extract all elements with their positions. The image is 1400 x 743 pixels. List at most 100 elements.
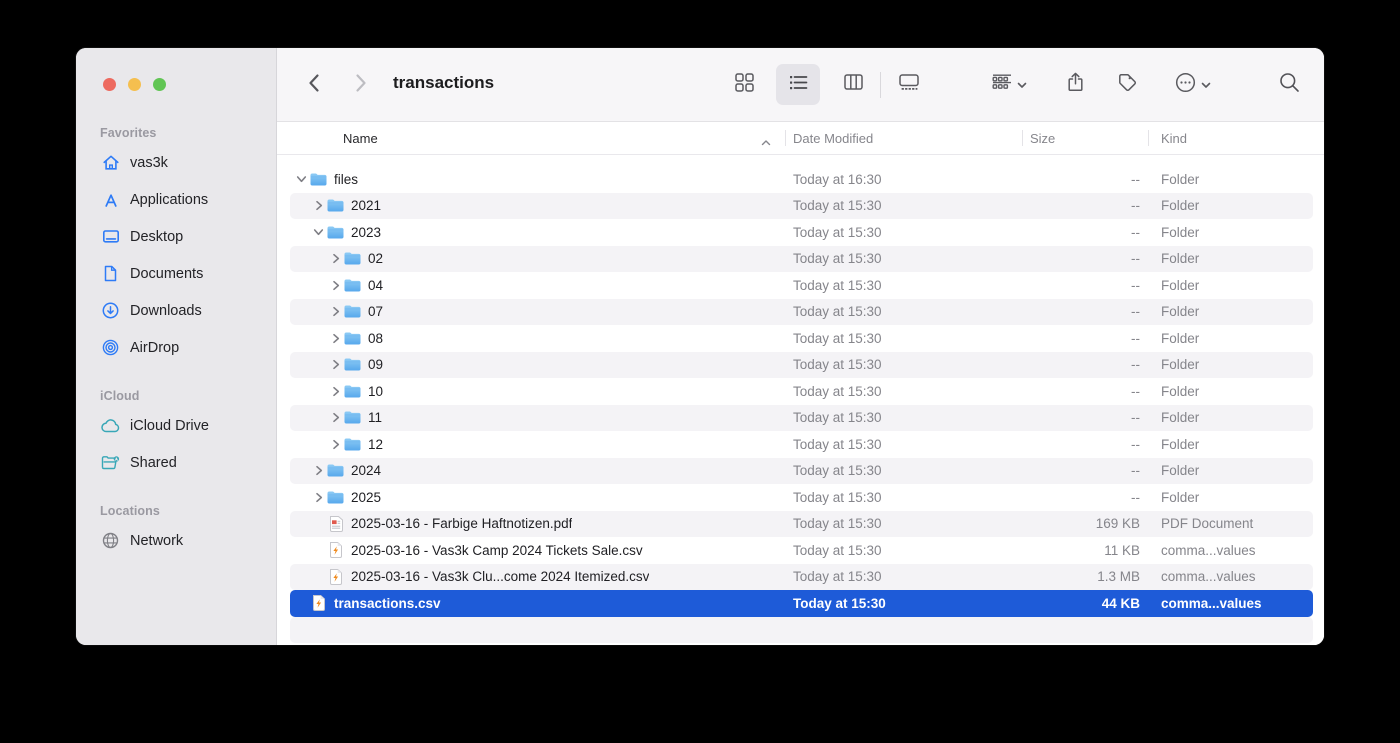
- sidebar-section-icloud: iCloudiCloud DriveShared: [100, 389, 266, 481]
- disclosure-collapsed-icon[interactable]: [311, 492, 326, 503]
- sidebar-item-documents[interactable]: Documents: [100, 255, 266, 292]
- disclosure-collapsed-icon[interactable]: [328, 412, 343, 423]
- sidebar-item-downloads[interactable]: Downloads: [100, 292, 266, 329]
- disclosure-collapsed-icon[interactable]: [311, 465, 326, 476]
- ellipsis-circle-icon: [1175, 72, 1196, 98]
- sidebar-item-vas3k[interactable]: vas3k: [100, 144, 266, 181]
- shared-folder-icon: [100, 455, 121, 470]
- file-kind: Folder: [1148, 198, 1313, 213]
- file-row-04[interactable]: 04Today at 15:30--Folder: [290, 272, 1313, 299]
- column-header-name[interactable]: Name: [290, 122, 785, 154]
- file-size: 11 KB: [1022, 543, 1148, 558]
- file-row-transactions-csv[interactable]: transactions.csvToday at 15:3044 KBcomma…: [290, 590, 1313, 617]
- disclosure-collapsed-icon[interactable]: [328, 386, 343, 397]
- sidebar-item-network[interactable]: Network: [100, 522, 266, 559]
- file-name: 2023: [351, 225, 381, 240]
- disclosure-collapsed-icon[interactable]: [311, 200, 326, 211]
- sidebar-item-airdrop[interactable]: AirDrop: [100, 329, 266, 366]
- file-name: 2025-03-16 - Farbige Haftnotizen.pdf: [351, 516, 572, 531]
- sidebar-item-desktop[interactable]: Desktop: [100, 218, 266, 255]
- column-view-button[interactable]: [831, 64, 875, 105]
- file-row-10[interactable]: 10Today at 15:30--Folder: [290, 378, 1313, 405]
- sidebar-item-applications[interactable]: Applications: [100, 181, 266, 218]
- file-name-cell: 2021: [290, 198, 785, 213]
- zoom-button[interactable]: [153, 78, 166, 91]
- list-view-icon: [789, 75, 808, 95]
- disclosure-collapsed-icon[interactable]: [328, 359, 343, 370]
- file-row-09[interactable]: 09Today at 15:30--Folder: [290, 352, 1313, 379]
- file-name: 2021: [351, 198, 381, 213]
- file-row-2023[interactable]: 2023Today at 15:30--Folder: [290, 219, 1313, 246]
- file-kind: Folder: [1148, 437, 1313, 452]
- file-size: --: [1022, 490, 1148, 505]
- file-row-2021[interactable]: 2021Today at 15:30--Folder: [290, 193, 1313, 220]
- minimize-button[interactable]: [128, 78, 141, 91]
- more-actions-button[interactable]: [1164, 64, 1222, 105]
- file-date-modified: Today at 15:30: [785, 516, 1022, 531]
- sidebar-item-label: Desktop: [130, 229, 183, 245]
- sidebar-item-icloud-drive[interactable]: iCloud Drive: [100, 407, 266, 444]
- file-kind: Folder: [1148, 304, 1313, 319]
- chevron-up-icon: [761, 134, 771, 149]
- file-row-07[interactable]: 07Today at 15:30--Folder: [290, 299, 1313, 326]
- file-size: --: [1022, 278, 1148, 293]
- icon-view-button[interactable]: [722, 64, 766, 105]
- search-button[interactable]: [1267, 64, 1311, 105]
- disclosure-collapsed-icon[interactable]: [328, 439, 343, 450]
- sidebar-item-label: Downloads: [130, 303, 202, 319]
- disclosure-collapsed-icon[interactable]: [328, 333, 343, 344]
- file-row-2024[interactable]: 2024Today at 15:30--Folder: [290, 458, 1313, 485]
- share-button[interactable]: [1053, 64, 1097, 105]
- file-size: --: [1022, 463, 1148, 478]
- disclosure-collapsed-icon[interactable]: [328, 253, 343, 264]
- file-row-2025[interactable]: 2025Today at 15:30--Folder: [290, 484, 1313, 511]
- group-button[interactable]: [980, 64, 1038, 105]
- file-name: 12: [368, 437, 383, 452]
- window-title: transactions: [393, 73, 494, 93]
- disclosure-collapsed-icon[interactable]: [328, 306, 343, 317]
- back-button[interactable]: [300, 72, 326, 98]
- main-area: transactions: [277, 48, 1324, 645]
- tags-button[interactable]: [1105, 64, 1149, 105]
- column-header-kind[interactable]: Kind: [1148, 122, 1313, 154]
- home-icon: [100, 154, 121, 171]
- sidebar-item-shared[interactable]: Shared: [100, 444, 266, 481]
- list-view-button[interactable]: [776, 64, 820, 105]
- close-button[interactable]: [103, 78, 116, 91]
- file-date-modified: Today at 15:30: [785, 569, 1022, 584]
- file-row-2025-03-16-vas3k-clu-come-2024-itemized-csv[interactable]: 2025-03-16 - Vas3k Clu...come 2024 Itemi…: [290, 564, 1313, 591]
- column-header-date-modified[interactable]: Date Modified: [785, 122, 1022, 154]
- gallery-view-button[interactable]: [887, 64, 931, 105]
- file-name: 2025-03-16 - Vas3k Camp 2024 Tickets Sal…: [351, 543, 643, 558]
- disclosure-expanded-icon[interactable]: [311, 228, 326, 236]
- disclosure-expanded-icon[interactable]: [294, 175, 309, 183]
- file-size: --: [1022, 357, 1148, 372]
- file-size: --: [1022, 172, 1148, 187]
- file-row-2025-03-16-farbige-haftnotizen-pdf[interactable]: 2025-03-16 - Farbige Haftnotizen.pdf Toda…: [290, 511, 1313, 538]
- column-view-icon: [844, 74, 863, 95]
- column-header-size[interactable]: Size: [1022, 122, 1148, 154]
- file-date-modified: Today at 15:30: [785, 304, 1022, 319]
- file-row-02[interactable]: 02Today at 15:30--Folder: [290, 246, 1313, 273]
- file-row-12[interactable]: 12Today at 15:30--Folder: [290, 431, 1313, 458]
- file-row-11[interactable]: 11Today at 15:30--Folder: [290, 405, 1313, 432]
- forward-button[interactable]: [348, 72, 374, 98]
- file-row-2025-03-16-vas3k-camp-2024-tickets-sale-csv[interactable]: 2025-03-16 - Vas3k Camp 2024 Tickets Sal…: [290, 537, 1313, 564]
- disclosure-collapsed-icon[interactable]: [328, 280, 343, 291]
- file-name-cell: 2025-03-16 - Vas3k Camp 2024 Tickets Sal…: [290, 542, 785, 558]
- sidebar-item-label: vas3k: [130, 155, 168, 171]
- file-name-cell: 07: [290, 304, 785, 319]
- file-name: 2024: [351, 463, 381, 478]
- file-row-files[interactable]: filesToday at 16:30--Folder: [290, 166, 1313, 193]
- group-icon: [992, 74, 1012, 96]
- file-kind: Folder: [1148, 331, 1313, 346]
- sidebar-item-label: Documents: [130, 266, 203, 282]
- csv-file-icon: [326, 569, 345, 585]
- cloud-icon: [100, 419, 121, 433]
- file-row-08[interactable]: 08Today at 15:30--Folder: [290, 325, 1313, 352]
- file-kind: Folder: [1148, 172, 1313, 187]
- file-date-modified: Today at 15:30: [785, 331, 1022, 346]
- chevron-down-icon: [1017, 76, 1027, 94]
- desktop-icon: [100, 229, 121, 244]
- file-size: --: [1022, 225, 1148, 240]
